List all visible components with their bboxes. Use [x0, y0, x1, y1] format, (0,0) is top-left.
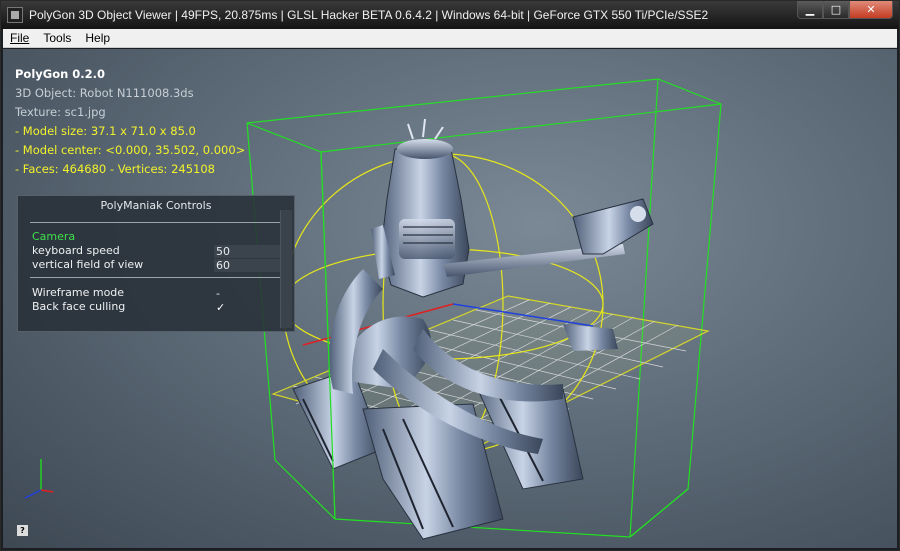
fov-label: vertical field of view [32, 258, 144, 271]
wireframe-label: Wireframe mode [32, 286, 125, 299]
panel-scrollbar[interactable] [280, 210, 292, 328]
backface-checkbox[interactable]: ✓ [214, 301, 280, 314]
texture-name: Texture: sc1.jpg [15, 105, 106, 119]
window-title: PolyGon 3D Object Viewer | 49FPS, 20.875… [29, 8, 709, 22]
app-version: PolyGon 0.2.0 [15, 67, 106, 81]
info-overlay: PolyGon 0.2.0 3D Object: Robot N111008.3… [15, 65, 245, 179]
keyboard-speed-label: keyboard speed [32, 244, 120, 257]
object-name: 3D Object: Robot N111008.3ds [15, 86, 194, 100]
title-bar[interactable]: PolyGon 3D Object Viewer | 49FPS, 20.875… [1, 1, 899, 29]
keyboard-speed-field[interactable]: 50 [214, 245, 280, 258]
divider [30, 222, 280, 223]
divider [30, 277, 280, 278]
fov-field[interactable]: 60 [214, 259, 280, 272]
app-window: PolyGon 3D Object Viewer | 49FPS, 20.875… [0, 0, 900, 551]
faces-vertices: - Faces: 464680 - Vertices: 245108 [15, 162, 215, 176]
menu-file[interactable]: File [3, 31, 36, 45]
model-size: - Model size: 37.1 x 71.0 x 85.0 [15, 124, 196, 138]
app-icon [7, 7, 23, 23]
3d-viewport[interactable]: PolyGon 0.2.0 3D Object: Robot N111008.3… [3, 49, 897, 548]
controls-panel[interactable]: PolyManiak Controls Camera keyboard spee… [17, 195, 295, 332]
menu-bar: File Tools Help [3, 29, 897, 48]
panel-title: PolyManiak Controls [100, 199, 212, 212]
camera-section: Camera [32, 230, 76, 243]
close-button[interactable]: ✕ [849, 1, 893, 19]
menu-tools[interactable]: Tools [36, 31, 78, 45]
minimize-button[interactable]: ▁ [797, 1, 823, 19]
model-center: - Model center: <0.000, 35.502, 0.000> [15, 143, 246, 157]
menu-help[interactable]: Help [78, 31, 117, 45]
maximize-button[interactable]: □ [823, 1, 849, 19]
window-controls: ▁ □ ✕ [797, 1, 893, 19]
help-icon[interactable]: ? [17, 525, 28, 536]
orientation-gizmo [24, 459, 54, 499]
backface-label: Back face culling [32, 300, 126, 313]
wireframe-toggle[interactable]: - [214, 287, 280, 300]
